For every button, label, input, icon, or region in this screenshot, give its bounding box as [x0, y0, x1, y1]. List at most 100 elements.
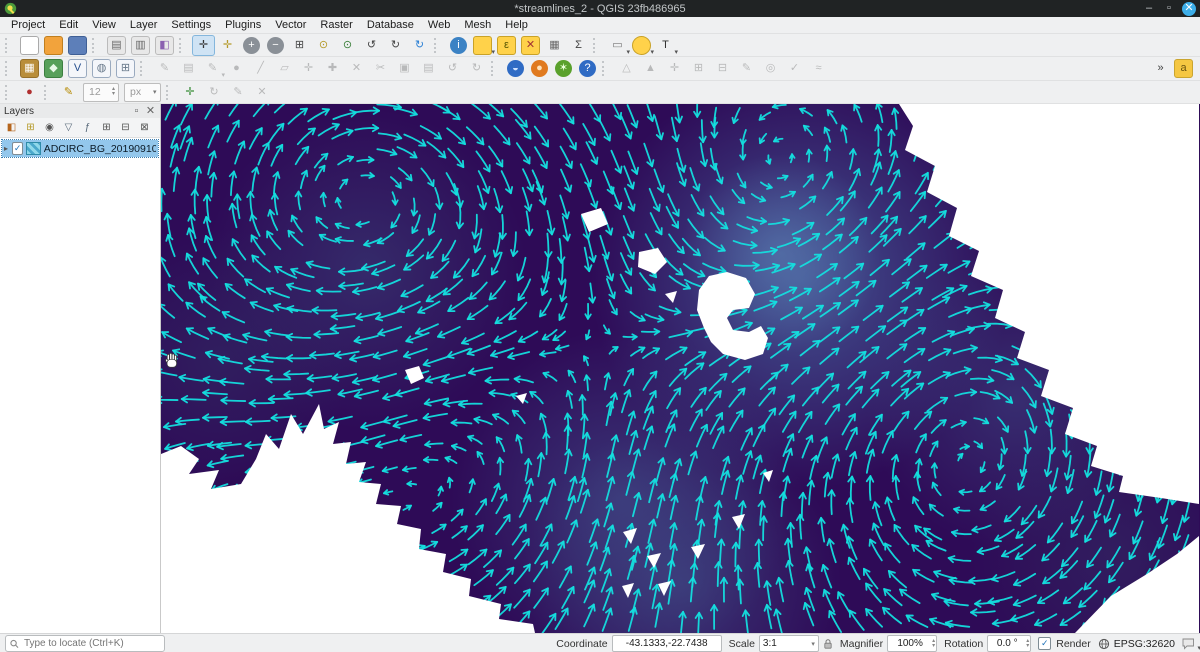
layer-visibility-checkbox[interactable]: ✓: [12, 142, 24, 155]
add-line-feature[interactable]: ╱: [249, 58, 272, 79]
menu-web[interactable]: Web: [421, 18, 457, 32]
expand-all[interactable]: ⊞: [98, 120, 115, 136]
help-contents[interactable]: ?: [576, 58, 599, 79]
redo[interactable]: ↻: [465, 58, 488, 79]
magnifier-spinbox[interactable]: ▴ ▾: [887, 635, 937, 652]
menu-mesh[interactable]: Mesh: [457, 18, 498, 32]
new-shapefile-layer[interactable]: V: [66, 58, 89, 79]
zoom-to-selection[interactable]: ⊙: [312, 35, 335, 56]
spin-down-icon[interactable]: ▾: [112, 92, 115, 97]
layer-item-adcirc-bg-20190910[interactable]: ▸ ✓ ADCIRC_BG_20190910_1t: [2, 140, 158, 157]
select-by-expression[interactable]: ε: [495, 35, 518, 56]
manage-map-themes[interactable]: ◉▾: [41, 120, 58, 136]
zoom-out[interactable]: −: [264, 35, 287, 56]
rotation-input[interactable]: [991, 637, 1023, 650]
zoom-in[interactable]: +: [240, 35, 263, 56]
close-button[interactable]: ✕: [1182, 2, 1196, 16]
add-group[interactable]: ⊞: [22, 120, 39, 136]
coordinate-input[interactable]: [612, 635, 722, 652]
new-project[interactable]: [18, 35, 41, 56]
layer-labeling-options[interactable]: ●: [18, 82, 41, 103]
annotation-tool[interactable]: ✎: [735, 58, 758, 79]
deselect-features[interactable]: ✕: [519, 35, 542, 56]
font-units-combo[interactable]: px ▾: [124, 83, 161, 102]
gps-tools[interactable]: ◎: [759, 58, 782, 79]
move-label[interactable]: ✛: [179, 82, 202, 103]
identify-features[interactable]: i: [447, 35, 470, 56]
toggle-editing[interactable]: ✎: [153, 58, 176, 79]
delete-selected[interactable]: ✕: [345, 58, 368, 79]
map-tips[interactable]: ▾: [630, 35, 653, 56]
save-layer-edits[interactable]: ▤: [177, 58, 200, 79]
undo[interactable]: ↺: [441, 58, 464, 79]
menu-raster[interactable]: Raster: [313, 18, 359, 32]
magnifier-spin-down-icon[interactable]: ▾: [932, 644, 935, 649]
open-project[interactable]: [42, 35, 65, 56]
vertex-tool[interactable]: ✛: [297, 58, 320, 79]
measure[interactable]: ▭▾: [606, 35, 629, 56]
new-geopackage-layer[interactable]: ◆: [42, 58, 65, 79]
add-point-feature[interactable]: ●: [225, 58, 248, 79]
manage-plugins[interactable]: ✶: [552, 58, 575, 79]
menu-help[interactable]: Help: [498, 18, 535, 32]
rotation-spinbox[interactable]: ▴ ▾: [987, 635, 1031, 652]
move-feature[interactable]: ✚: [321, 58, 344, 79]
filter-legend[interactable]: ▽: [60, 120, 77, 136]
zoom-last[interactable]: ↺: [360, 35, 383, 56]
cut-features[interactable]: ✂: [369, 58, 392, 79]
menu-database[interactable]: Database: [360, 18, 421, 32]
menu-plugins[interactable]: Plugins: [218, 18, 268, 32]
minimize-button[interactable]: –: [1142, 2, 1156, 16]
expander-icon[interactable]: ▸: [4, 144, 12, 153]
highlight-pinned-labels[interactable]: ✎: [57, 82, 80, 103]
locate-input[interactable]: [22, 637, 160, 650]
save-project[interactable]: [66, 35, 89, 56]
map-canvas[interactable]: [161, 104, 1199, 633]
zoom-next[interactable]: ↻: [384, 35, 407, 56]
open-attribute-table[interactable]: ▦: [543, 35, 566, 56]
topology-checker[interactable]: ✓: [783, 58, 806, 79]
log-messages-icon[interactable]: [1182, 638, 1195, 650]
georeferencer[interactable]: ✛: [663, 58, 686, 79]
menu-vector[interactable]: Vector: [268, 18, 313, 32]
style-manager[interactable]: ◧: [153, 35, 176, 56]
change-label[interactable]: ✎: [227, 82, 250, 103]
filter-by-expression[interactable]: ƒ: [79, 120, 96, 136]
label-toolbar-toggle[interactable]: a: [1172, 58, 1195, 79]
locate-bar[interactable]: [5, 635, 165, 652]
scale-lock-icon[interactable]: [823, 638, 833, 650]
new-spatialite-layer[interactable]: ◍: [90, 58, 113, 79]
delete-label[interactable]: ✕: [251, 82, 274, 103]
statistical-summary[interactable]: Σ: [567, 35, 590, 56]
magnifier-input[interactable]: [891, 637, 929, 650]
pan-map[interactable]: ✛: [192, 35, 215, 56]
refresh-map[interactable]: ↻: [408, 35, 431, 56]
menu-project[interactable]: Project: [4, 18, 52, 32]
current-edits[interactable]: ✎▾: [201, 58, 224, 79]
menu-edit[interactable]: Edit: [52, 18, 85, 32]
zoom-full[interactable]: ⊞: [288, 35, 311, 56]
paste-features[interactable]: ▤: [417, 58, 440, 79]
open-data-source-manager[interactable]: ▦: [18, 58, 41, 79]
menu-settings[interactable]: Settings: [164, 18, 218, 32]
open-layer-styling-panel[interactable]: ◧: [3, 120, 20, 136]
copy-features[interactable]: ▣: [393, 58, 416, 79]
show-layout-manager[interactable]: ▥: [129, 35, 152, 56]
font-size-spinbox[interactable]: 12 ▴ ▾: [83, 83, 119, 102]
maximize-button[interactable]: ▫: [1162, 2, 1176, 16]
mesh-calculator[interactable]: ⊟: [711, 58, 734, 79]
offset-curve[interactable]: ≈: [807, 58, 830, 79]
scale-combo[interactable]: 3:1 ▾: [759, 635, 819, 652]
text-annotation[interactable]: T▾: [654, 35, 677, 56]
menu-layer[interactable]: Layer: [123, 18, 165, 32]
rotation-spin-down-icon[interactable]: ▾: [1026, 644, 1029, 649]
crs-group[interactable]: EPSG:32620: [1098, 638, 1175, 650]
pan-to-selection[interactable]: ✛: [216, 35, 239, 56]
raster-calculator[interactable]: ⊞: [687, 58, 710, 79]
rotate-label[interactable]: ↻: [203, 82, 226, 103]
render-checkbox[interactable]: ✓: [1038, 637, 1051, 650]
collapse-all[interactable]: ⊟: [117, 120, 134, 136]
mesh-digitizing[interactable]: △: [615, 58, 638, 79]
osm-place-search[interactable]: ●: [528, 58, 551, 79]
undock-panel[interactable]: ▫: [131, 106, 142, 117]
